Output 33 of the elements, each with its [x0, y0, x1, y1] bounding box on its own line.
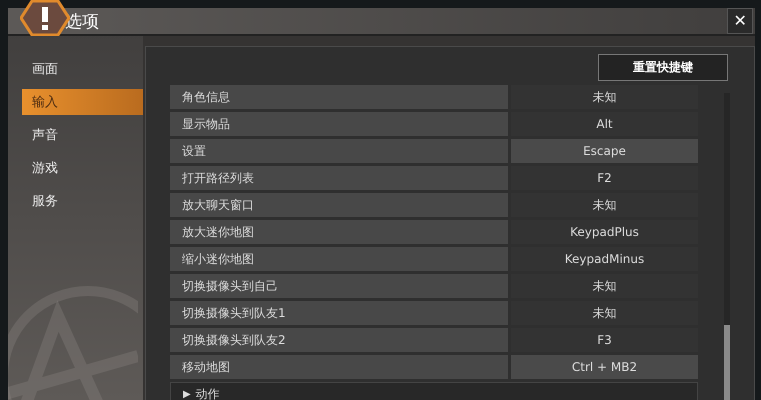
key-binding[interactable]: F3	[511, 328, 698, 352]
sidebar-tab[interactable]: 游戏	[22, 155, 143, 181]
close-button[interactable]: ✕	[727, 8, 753, 34]
sidebar-tab[interactable]: 声音	[22, 122, 143, 148]
key-binding[interactable]: 未知	[511, 193, 698, 217]
section-header[interactable]: ▶ 动作	[170, 382, 698, 400]
sidebar-tab[interactable]: 服务	[22, 188, 143, 214]
sidebar-tab[interactable]: 画面	[22, 56, 143, 82]
scrollbar[interactable]	[724, 93, 730, 400]
action-label: 显示物品	[170, 112, 508, 136]
action-label: 移动地图	[170, 355, 508, 379]
key-binding[interactable]: KeypadMinus	[511, 247, 698, 271]
key-binding[interactable]: Ctrl + MB2	[511, 355, 698, 379]
key-binding[interactable]: Escape	[511, 139, 698, 163]
key-binding[interactable]: 未知	[511, 274, 698, 298]
action-label: 缩小迷你地图	[170, 247, 508, 271]
reset-shortcuts-button[interactable]: 重置快捷键	[598, 54, 728, 81]
sidebar-tab[interactable]: 输入	[22, 89, 143, 115]
key-binding[interactable]: 未知	[511, 301, 698, 325]
key-binding[interactable]: 未知	[511, 85, 698, 109]
expand-arrow-icon: ▶	[183, 388, 191, 400]
action-label: 放大迷你地图	[170, 220, 508, 244]
action-label: 角色信息	[170, 85, 508, 109]
key-binding[interactable]: Alt	[511, 112, 698, 136]
action-label: 放大聊天窗口	[170, 193, 508, 217]
key-binding[interactable]: F2	[511, 166, 698, 190]
action-label: 切换摄像头到队友2	[170, 328, 508, 352]
key-binding[interactable]: KeypadPlus	[511, 220, 698, 244]
action-label: 设置	[170, 139, 508, 163]
action-label: 切换摄像头到队友1	[170, 301, 508, 325]
section-label: 动作	[196, 386, 220, 400]
action-label: 切换摄像头到自己	[170, 274, 508, 298]
action-label: 打开路径列表	[170, 166, 508, 190]
